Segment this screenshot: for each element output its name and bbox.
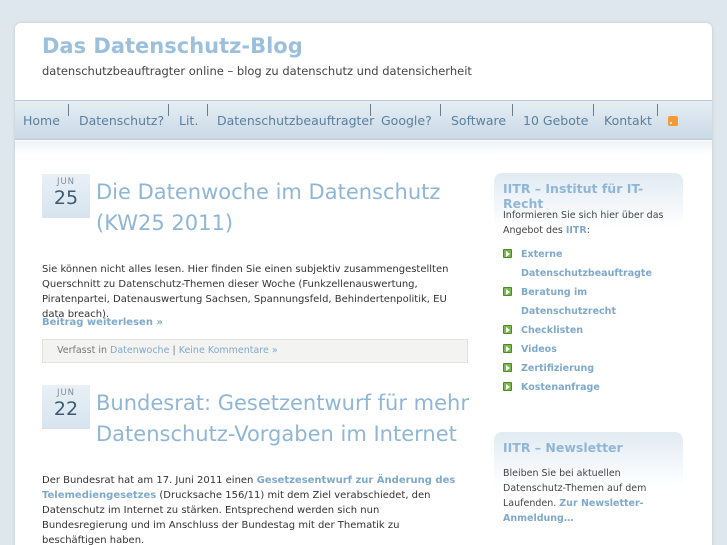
widget-text: Bleiben Sie bei aktuellen Datenschutz-Th… <box>503 466 678 526</box>
rss-icon[interactable] <box>668 116 678 126</box>
page-container: Das Datenschutz-Blog datenschutzbeauftra… <box>15 23 712 545</box>
list-item-label: Beratung im Datenschutzrecht <box>521 287 616 317</box>
list-item[interactable]: Beratung im Datenschutzrecht <box>503 283 671 321</box>
nav-separator <box>68 104 69 116</box>
list-item-label: Checklisten <box>521 325 584 336</box>
widget-iitr: IITR – Institut für IT-Recht Informieren… <box>494 173 683 403</box>
post-date-month: JUN <box>56 177 76 187</box>
list-item[interactable]: Kostenanfrage <box>503 378 671 397</box>
arrow-bullet-icon <box>503 249 512 258</box>
widget-title: IITR – Newsletter <box>503 440 623 455</box>
widget-text: Informieren Sie sich hier über das Angeb… <box>503 208 678 238</box>
list-item[interactable]: Videos <box>503 340 671 359</box>
list-item-label: Externe Datenschutzbeauftragte <box>521 249 652 279</box>
nav-separator <box>207 104 208 116</box>
nav-separator <box>593 104 594 116</box>
list-item-label: Videos <box>521 344 557 355</box>
post-title[interactable]: Die Datenwoche im Datenschutz (KW25 2011… <box>96 177 476 239</box>
post-date-day: 25 <box>53 187 79 209</box>
arrow-bullet-icon <box>503 287 512 296</box>
nav-item-kontakt[interactable]: Kontakt <box>604 101 652 141</box>
nav-separator <box>168 104 169 116</box>
list-item-label: Kostenanfrage <box>521 382 600 393</box>
site-description: datenschutzbeauftragter online – blog zu… <box>42 64 472 78</box>
widget-title: IITR – Institut für IT-Recht <box>503 181 644 211</box>
post-excerpt: Sie können nicht alles lesen. Hier finde… <box>42 264 449 320</box>
post-excerpt-text: Der Bundesrat hat am 17. Juni 2011 einen <box>42 475 254 486</box>
list-item[interactable]: Externe Datenschutzbeauftragte <box>503 245 671 283</box>
post-title[interactable]: Bundesrat: Gesetzentwurf für mehr Datens… <box>96 388 476 450</box>
post-date-month: JUN <box>56 388 76 398</box>
post-meta-prefix: Verfasst in <box>57 345 107 356</box>
nav-item-10-gebote[interactable]: 10 Gebote <box>523 101 588 141</box>
nav-item-google[interactable]: Google? <box>381 101 432 141</box>
read-more-link[interactable]: Beitrag weiterlesen » <box>42 317 163 328</box>
nav-item-datenschutz[interactable]: Datenschutz? <box>79 101 164 141</box>
widget-newsletter: IITR – Newsletter Bleiben Sie bei aktuel… <box>494 432 683 542</box>
list-item[interactable]: Checklisten <box>503 321 671 340</box>
post-date: JUN 22 <box>42 385 90 429</box>
list-item-label: Zertifizierung <box>521 363 595 374</box>
nav-shadow <box>15 141 712 155</box>
arrow-bullet-icon <box>503 325 512 334</box>
main-navigation: Home Datenschutz? Lit. Datenschutzbeauft… <box>15 100 712 140</box>
site-title[interactable]: Das Datenschutz-Blog <box>42 34 303 58</box>
nav-separator <box>370 104 371 116</box>
post-category-link[interactable]: Datenwoche <box>110 345 169 356</box>
arrow-bullet-icon <box>503 363 512 372</box>
post-comments-link[interactable]: Keine Kommentare » <box>179 345 278 356</box>
post-date: JUN 25 <box>42 174 90 218</box>
post-date-day: 22 <box>53 398 79 420</box>
nav-item-home[interactable]: Home <box>23 101 60 141</box>
post-meta-separator: | <box>172 345 176 356</box>
nav-separator <box>657 104 658 116</box>
widget-text-colon: : <box>586 225 590 236</box>
arrow-bullet-icon <box>503 382 512 391</box>
post-excerpt: Der Bundesrat hat am 17. Juni 2011 einen… <box>42 473 467 545</box>
list-item[interactable]: Zertifizierung <box>503 359 671 378</box>
nav-item-datenschutzbeauftragter[interactable]: Datenschutzbeauftragter <box>217 101 374 141</box>
nav-item-software[interactable]: Software <box>451 101 506 141</box>
iitr-link[interactable]: IITR <box>566 225 587 236</box>
post-meta: Verfasst in Datenwoche | Keine Kommentar… <box>42 339 468 363</box>
nav-separator <box>440 104 441 116</box>
arrow-bullet-icon <box>503 344 512 353</box>
nav-item-lit[interactable]: Lit. <box>179 101 198 141</box>
nav-separator <box>512 104 513 116</box>
